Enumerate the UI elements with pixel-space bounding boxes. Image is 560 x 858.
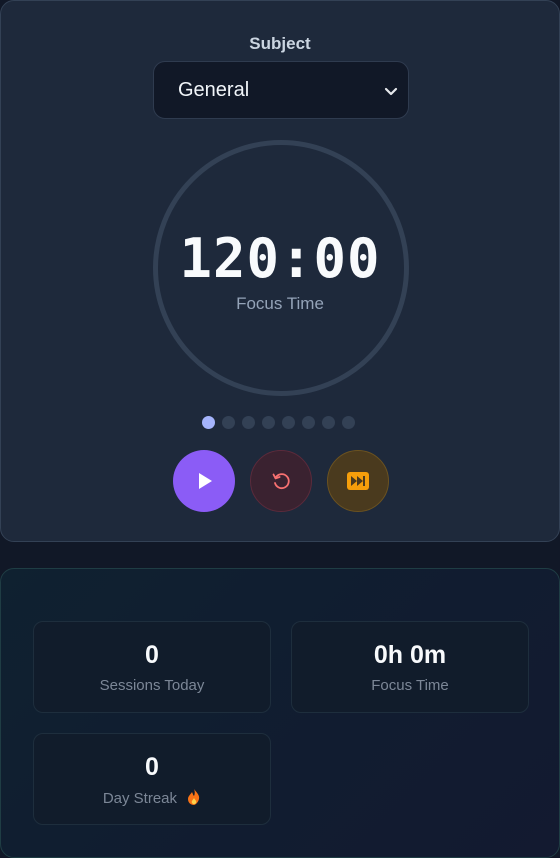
stat-sessions-today: 0 Sessions Today xyxy=(33,621,271,713)
timer-mode-label: Focus Time xyxy=(236,294,324,313)
session-dot xyxy=(282,416,295,429)
chevron-down-icon xyxy=(384,87,398,96)
stat-value: 0 xyxy=(145,641,159,669)
timer-display: 120:00 xyxy=(179,227,381,290)
play-icon xyxy=(199,473,212,489)
streak-label-text: Day Streak xyxy=(102,790,178,807)
subject-select[interactable]: General xyxy=(153,61,409,119)
reset-button[interactable] xyxy=(250,450,312,512)
stat-value: 0 xyxy=(145,753,159,781)
reset-icon xyxy=(272,473,290,490)
session-dot xyxy=(262,416,275,429)
stat-label: Focus Time xyxy=(371,677,449,694)
stat-label: Day Streak xyxy=(34,789,270,807)
skip-button[interactable] xyxy=(327,450,389,512)
session-dot xyxy=(202,416,215,429)
stats-card: 0 Sessions Today 0h 0m Focus Time 0 Day … xyxy=(0,568,560,858)
session-dots xyxy=(202,416,355,429)
timer-card: Subject General 120:00 Focus Time xyxy=(0,0,560,542)
play-button[interactable] xyxy=(173,450,235,512)
stat-day-streak: 0 Day Streak xyxy=(33,733,271,825)
session-dot xyxy=(302,416,315,429)
session-dot xyxy=(342,416,355,429)
session-dot xyxy=(322,416,335,429)
stat-value: 0h 0m xyxy=(373,641,447,669)
fire-icon xyxy=(188,789,200,805)
subject-selected-value: General xyxy=(178,78,250,101)
stat-label: Sessions Today xyxy=(99,677,205,694)
session-dot xyxy=(222,416,235,429)
session-dot xyxy=(242,416,255,429)
skip-forward-icon xyxy=(347,472,369,490)
stat-focus-time: 0h 0m Focus Time xyxy=(291,621,529,713)
subject-label: Subject xyxy=(249,34,311,53)
